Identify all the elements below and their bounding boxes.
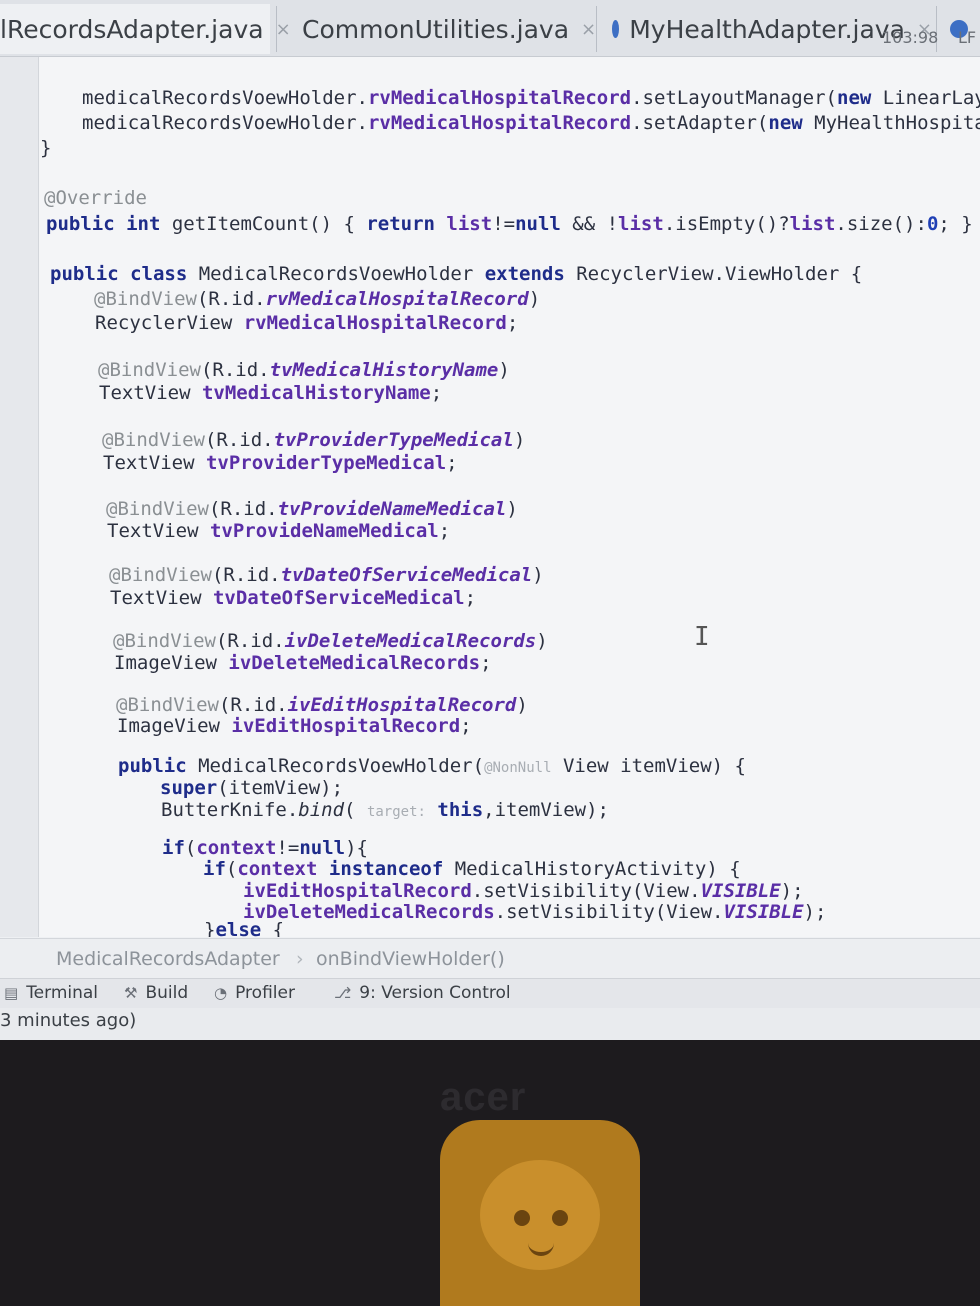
editor-gutter	[0, 57, 39, 937]
code-line: ImageView ivEditHospitalRecord;	[117, 715, 472, 737]
code-line: ivEditHospitalRecord.setVisibility(View.…	[243, 880, 804, 902]
profiler-label: Profiler	[235, 983, 295, 1003]
code-line: @BindView(R.id.tvMedicalHistoryName)	[98, 359, 510, 381]
toy-mouth	[528, 1240, 554, 1256]
profiler-button[interactable]: ◔ Profiler	[214, 983, 295, 1003]
code-line: }else {	[204, 919, 285, 937]
profiler-icon: ◔	[214, 984, 228, 1002]
code-line: medicalRecordsVoewHolder.rvMedicalHospit…	[82, 112, 980, 134]
close-icon[interactable]: ×	[276, 19, 291, 40]
terminal-button[interactable]: ▤ Terminal	[4, 983, 98, 1003]
tab-label: CommonUtilities.java	[302, 14, 570, 44]
ide-screen: lRecordsAdapter.java × CommonUtilities.j…	[0, 0, 980, 1040]
text-cursor-icon: I	[694, 622, 710, 652]
code-line: }	[40, 137, 52, 159]
code-line: TextView tvDateOfServiceMedical;	[110, 587, 477, 609]
code-line: @BindView(R.id.tvProvideNameMedical)	[106, 498, 518, 520]
code-line: @BindView(R.id.tvProviderTypeMedical)	[102, 429, 526, 451]
code-line: if(context instanceof MedicalHistoryActi…	[203, 858, 741, 880]
code-line: @BindView(R.id.ivEditHospitalRecord)	[116, 694, 528, 716]
chevron-right-icon: ›	[296, 948, 304, 970]
code-line: @BindView(R.id.rvMedicalHospitalRecord)	[94, 288, 541, 310]
line-separator[interactable]: LF	[958, 28, 976, 47]
code-line: public MedicalRecordsVoewHolder(@NonNull…	[118, 755, 746, 777]
code-line: @Override	[44, 187, 147, 209]
breadcrumb: MedicalRecordsAdapter › onBindViewHolder…	[0, 938, 980, 979]
tab-label: lRecordsAdapter.java	[0, 14, 264, 44]
code-line: ButterKnife.bind( target: this,itemView)…	[161, 799, 610, 821]
cursor-position[interactable]: 103:98	[882, 28, 938, 47]
tab-label: MyHealthAdapter.java	[629, 14, 905, 44]
code-line: ImageView ivDeleteMedicalRecords;	[114, 652, 492, 674]
tab-divider	[276, 6, 277, 52]
code-line: public int getItemCount() { return list!…	[46, 213, 973, 235]
code-line: @BindView(R.id.ivDeleteMedicalRecords)	[113, 630, 548, 652]
version-control-button[interactable]: ⎇ 9: Version Control	[334, 983, 511, 1003]
code-line: TextView tvMedicalHistoryName;	[99, 382, 443, 404]
code-line: medicalRecordsVoewHolder.rvMedicalHospit…	[82, 87, 980, 109]
laptop-brand-logo: acer	[440, 1075, 527, 1119]
build-button[interactable]: ⚒ Build	[124, 983, 188, 1003]
status-message: 3 minutes ago)	[0, 1010, 137, 1031]
code-line: if(context!=null){	[162, 837, 368, 859]
version-control-label: 9: Version Control	[359, 983, 511, 1003]
toy-eye	[552, 1210, 568, 1226]
code-line: RecyclerView rvMedicalHospitalRecord;	[95, 312, 519, 334]
code-editor[interactable]: medicalRecordsVoewHolder.rvMedicalHospit…	[0, 57, 980, 937]
close-icon[interactable]: ×	[581, 19, 596, 40]
terminal-icon: ▤	[4, 984, 19, 1002]
class-file-icon	[612, 20, 620, 38]
status-bar: 3 minutes ago)	[0, 1008, 980, 1040]
toy-eye	[514, 1210, 530, 1226]
terminal-label: Terminal	[26, 983, 99, 1003]
toy-face	[480, 1160, 600, 1270]
tab-common-utilities[interactable]: CommonUtilities.java ×	[292, 4, 596, 54]
tool-window-bar: ▤ Terminal ⚒ Build ◔ Profiler ⎇ 9: Versi…	[0, 978, 980, 1009]
code-line: TextView tvProviderTypeMedical;	[103, 452, 458, 474]
editor-tab-bar: lRecordsAdapter.java × CommonUtilities.j…	[0, 0, 980, 57]
toy-figure-image	[440, 1120, 640, 1306]
code-line: TextView tvProvideNameMedical;	[107, 520, 451, 542]
code-line: @BindView(R.id.tvDateOfServiceMedical)	[109, 564, 544, 586]
hammer-icon: ⚒	[124, 984, 138, 1002]
breadcrumb-method[interactable]: onBindViewHolder()	[316, 948, 505, 970]
breadcrumb-class[interactable]: MedicalRecordsAdapter	[56, 948, 280, 970]
code-line: ivDeleteMedicalRecords.setVisibility(Vie…	[243, 901, 827, 923]
code-line: super(itemView);	[160, 777, 344, 799]
tab-medical-records-adapter[interactable]: lRecordsAdapter.java ×	[0, 4, 291, 54]
tab-divider	[596, 6, 597, 52]
vcs-branch-icon: ⎇	[334, 984, 352, 1002]
build-label: Build	[145, 983, 189, 1003]
code-line: public class MedicalRecordsVoewHolder ex…	[50, 263, 863, 285]
